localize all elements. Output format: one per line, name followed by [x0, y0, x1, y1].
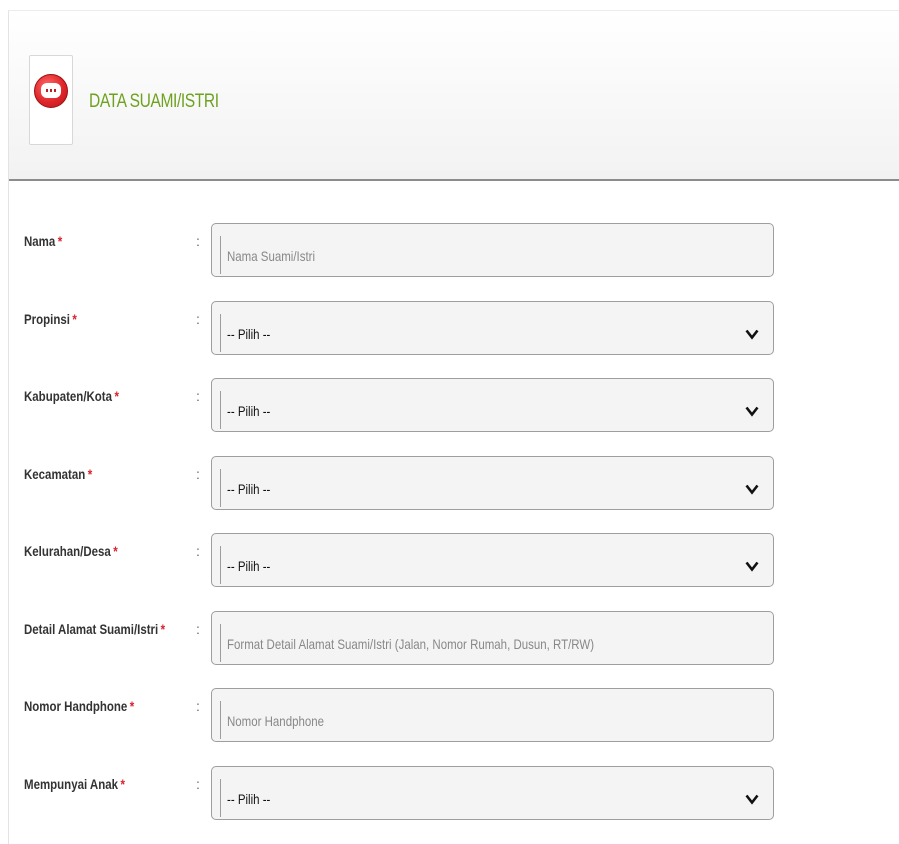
chevron-down-icon: [745, 793, 759, 805]
detail-alamat-placeholder: Format Detail Alamat Suami/Istri (Jalan,…: [227, 636, 595, 652]
logo-icon: [34, 74, 68, 108]
label-separator: :: [196, 698, 200, 714]
mempunyai-anak-selected-value: -- Pilih --: [227, 791, 271, 807]
section-header: DATA SUAMI/ISTRI: [9, 11, 899, 181]
form-panel: DATA SUAMI/ISTRI Nama * : Nama Suami/Istr…: [8, 10, 899, 844]
handphone-input[interactable]: Nomor Handphone: [211, 688, 774, 742]
field-label: Kelurahan/Desa *: [24, 543, 118, 559]
required-mark: *: [57, 233, 63, 249]
chevron-down-icon: [745, 328, 759, 340]
label-separator: :: [196, 621, 200, 637]
nama-placeholder: Nama Suami/Istri: [227, 248, 316, 264]
propinsi-selected-value: -- Pilih --: [227, 326, 271, 342]
chevron-down-icon: [745, 483, 759, 495]
required-mark: *: [114, 388, 119, 404]
label-separator: :: [196, 466, 200, 482]
field-label: Kabupaten/Kota *: [24, 388, 119, 404]
required-mark: *: [120, 776, 125, 792]
label-separator: :: [196, 233, 200, 249]
handphone-placeholder: Nomor Handphone: [227, 713, 325, 729]
required-mark: *: [129, 698, 135, 714]
field-label: Mempunyai Anak *: [24, 776, 125, 792]
required-mark: *: [87, 466, 93, 482]
kelurahan-selected-value: -- Pilih --: [227, 558, 271, 574]
form-row-handphone: Nomor Handphone * : Nomor Handphone: [9, 688, 899, 744]
required-mark: *: [113, 543, 118, 559]
field-label: Kecamatan *: [24, 466, 93, 482]
section-title: DATA SUAMI/ISTRI: [89, 91, 219, 112]
kecamatan-selected-value: -- Pilih --: [227, 481, 271, 497]
field-label: Nomor Handphone *: [24, 698, 135, 714]
field-label: Detail Alamat Suami/Istri *: [24, 621, 166, 637]
logo-frame: [29, 55, 73, 145]
label-separator: :: [196, 776, 200, 792]
chevron-down-icon: [745, 560, 759, 572]
mempunyai-anak-select[interactable]: -- Pilih --: [211, 766, 774, 820]
form-row-kelurahan: Kelurahan/Desa * : -- Pilih --: [9, 533, 899, 589]
kabupaten-select[interactable]: -- Pilih --: [211, 378, 774, 432]
chevron-down-icon: [745, 405, 759, 417]
form-row-detail-alamat: Detail Alamat Suami/Istri * : Format Deta…: [9, 611, 899, 667]
kelurahan-select[interactable]: -- Pilih --: [211, 533, 774, 587]
propinsi-select[interactable]: -- Pilih --: [211, 301, 774, 355]
label-separator: :: [196, 311, 200, 327]
kecamatan-select[interactable]: -- Pilih --: [211, 456, 774, 510]
kabupaten-selected-value: -- Pilih --: [227, 403, 271, 419]
form-row-nama: Nama * : Nama Suami/Istri: [9, 223, 899, 279]
required-mark: *: [160, 621, 166, 637]
form-row-mempunyai-anak: Mempunyai Anak * : -- Pilih --: [9, 766, 899, 822]
nama-input[interactable]: Nama Suami/Istri: [211, 223, 774, 277]
required-mark: *: [72, 311, 77, 327]
form-row-kabupaten: Kabupaten/Kota * : -- Pilih --: [9, 378, 899, 434]
detail-alamat-input[interactable]: Format Detail Alamat Suami/Istri (Jalan,…: [211, 611, 774, 665]
label-separator: :: [196, 543, 200, 559]
field-label: Nama *: [24, 233, 63, 249]
label-separator: :: [196, 388, 200, 404]
form-row-propinsi: Propinsi * : -- Pilih --: [9, 301, 899, 357]
form-row-kecamatan: Kecamatan * : -- Pilih --: [9, 456, 899, 512]
field-label: Propinsi *: [24, 311, 77, 327]
